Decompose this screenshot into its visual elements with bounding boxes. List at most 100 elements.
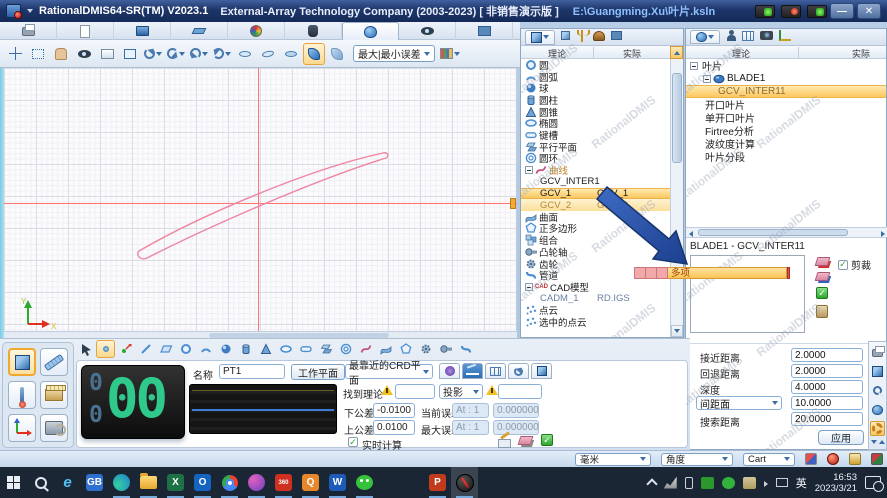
probe-mode-button[interactable]: [8, 381, 36, 409]
output-tab-table[interactable]: [485, 363, 506, 379]
parameter-input[interactable]: 20.0000: [791, 412, 863, 426]
app-icon[interactable]: [6, 4, 21, 18]
units-dropdown[interactable]: 毫米: [575, 453, 651, 466]
delete-item-button[interactable]: [814, 257, 830, 266]
multi-selection-bar[interactable]: 多项: [634, 267, 790, 279]
exit-button[interactable]: [816, 305, 828, 318]
create-cursor-button[interactable]: [76, 340, 95, 358]
taskbar-app-ie[interactable]: e: [54, 467, 81, 498]
probe-ball-status-icon[interactable]: [827, 453, 839, 465]
output-tab-model[interactable]: [531, 363, 552, 379]
expander-icon[interactable]: [525, 283, 533, 291]
taskbar-app-paint3d[interactable]: [243, 467, 270, 498]
tree-item[interactable]: 选中的点云: [521, 316, 671, 327]
projection-input[interactable]: [498, 384, 542, 399]
edit-button[interactable]: [497, 434, 510, 447]
tool-status-icon[interactable]: [849, 453, 861, 465]
find-theory-input[interactable]: [395, 384, 435, 399]
clear-item-button[interactable]: [814, 272, 830, 281]
tree-item[interactable]: 叶片: [686, 59, 886, 72]
tab-chart[interactable]: [779, 30, 791, 44]
titlebar-device-icon[interactable]: [755, 5, 775, 18]
expander-icon[interactable]: [525, 166, 533, 174]
lower-tolerance-input[interactable]: -0.0100: [373, 403, 415, 418]
confirm-button[interactable]: ✓: [541, 434, 553, 446]
tab-blade-active[interactable]: [690, 30, 720, 44]
touch-keyboard-icon[interactable]: [776, 478, 788, 487]
image-capture-button[interactable]: [96, 43, 118, 65]
feature-tree-vscrollbar[interactable]: [670, 59, 683, 337]
create-plane-button[interactable]: [156, 340, 175, 358]
machine-status-icon[interactable]: [871, 453, 883, 465]
create-vector-point-button[interactable]: [116, 340, 135, 358]
inspect-tool-button[interactable]: [870, 383, 885, 398]
tab-fixtures[interactable]: [593, 31, 605, 44]
close-button[interactable]: ✕: [857, 3, 881, 19]
tab-view-active[interactable]: [342, 22, 399, 40]
create-cone-button[interactable]: [256, 340, 275, 358]
plane-dropdown[interactable]: 最靠近的CRD平面: [345, 364, 433, 379]
tree-item[interactable]: GCV_1GCV_1: [521, 188, 671, 200]
hand-tool-button[interactable]: [50, 43, 72, 65]
upper-tolerance-input[interactable]: 0.0100: [373, 420, 415, 435]
create-line-button[interactable]: [136, 340, 155, 358]
parameter-input[interactable]: 4.0000: [791, 380, 863, 394]
rotate-view-y-button[interactable]: [165, 43, 187, 65]
spacing-plane-dropdown[interactable]: 间距面: [696, 396, 782, 410]
canvas-hscrollbar[interactable]: [4, 331, 517, 338]
taskbar-app-doc-search[interactable]: Q: [297, 467, 324, 498]
volume-icon[interactable]: [764, 481, 768, 487]
tree-item[interactable]: 圆环: [521, 153, 671, 165]
projection-dropdown[interactable]: 投影: [439, 384, 483, 399]
notification-center-icon[interactable]: [865, 476, 881, 489]
section-plane2-button[interactable]: [257, 43, 279, 65]
create-point-button[interactable]: [96, 340, 115, 358]
create-ring-button[interactable]: [336, 340, 355, 358]
view-tool-button[interactable]: [870, 402, 885, 417]
taskbar-app-edge[interactable]: [108, 467, 135, 498]
taskbar-app-chrome[interactable]: [216, 467, 243, 498]
create-gear-button[interactable]: [416, 340, 435, 358]
tab-person[interactable]: [726, 30, 736, 45]
taskbar-app-powerpoint[interactable]: P: [424, 467, 451, 498]
output-tab-gauge[interactable]: [508, 363, 529, 379]
tab-camera[interactable]: [760, 31, 773, 43]
tab-features-active[interactable]: [525, 30, 555, 45]
settings-tool-button[interactable]: [870, 421, 885, 436]
paint-tool-button-active[interactable]: [303, 43, 325, 65]
create-cylinder-button[interactable]: [236, 340, 255, 358]
color-map-button[interactable]: [439, 43, 461, 65]
apply-button[interactable]: 应用: [818, 430, 864, 445]
create-arc-button[interactable]: [196, 340, 215, 358]
coord-system-dropdown[interactable]: Cart: [743, 453, 795, 466]
titlebar-joystick-icon[interactable]: [807, 5, 827, 18]
blade-tree-hscrollbar[interactable]: [686, 227, 887, 238]
confirm-button[interactable]: ✓: [816, 287, 828, 299]
paint-tool2-button[interactable]: [326, 43, 348, 65]
tab-table[interactable]: [742, 31, 754, 44]
ruler-mode-button[interactable]: [40, 348, 68, 376]
tab-color[interactable]: [228, 22, 285, 40]
scrollbar-thumb[interactable]: [672, 73, 682, 163]
tab-screen[interactable]: [456, 22, 513, 40]
create-ellipse-button[interactable]: [276, 340, 295, 358]
realtime-checkbox[interactable]: ✓: [348, 437, 358, 447]
scrollbar-thumb[interactable]: [698, 229, 848, 236]
create-sphere-button[interactable]: [216, 340, 235, 358]
parameter-input[interactable]: 2.0000: [791, 348, 863, 362]
coordinate-mode-button[interactable]: [8, 414, 36, 442]
caret-down-icon[interactable]: [202, 52, 208, 56]
taskbar-app-wechat[interactable]: [351, 467, 378, 498]
tab-print[interactable]: [0, 22, 57, 40]
taskbar-app-gb-app[interactable]: GB: [81, 467, 108, 498]
taskbar-app-rationaldmis[interactable]: [451, 467, 478, 498]
view-visibility-button[interactable]: [73, 43, 95, 65]
wechat-tray-icon[interactable]: [722, 477, 735, 489]
app-menu-caret-icon[interactable]: [27, 9, 33, 13]
tree-item[interactable]: CADCAD模型: [521, 281, 671, 293]
tab-layers[interactable]: [171, 22, 228, 40]
scroll-up-button[interactable]: [670, 46, 683, 59]
titlebar-monitor-icon[interactable]: [781, 5, 801, 18]
surface-view-button[interactable]: [280, 43, 302, 65]
taskbar-app-file-explorer[interactable]: [135, 467, 162, 498]
